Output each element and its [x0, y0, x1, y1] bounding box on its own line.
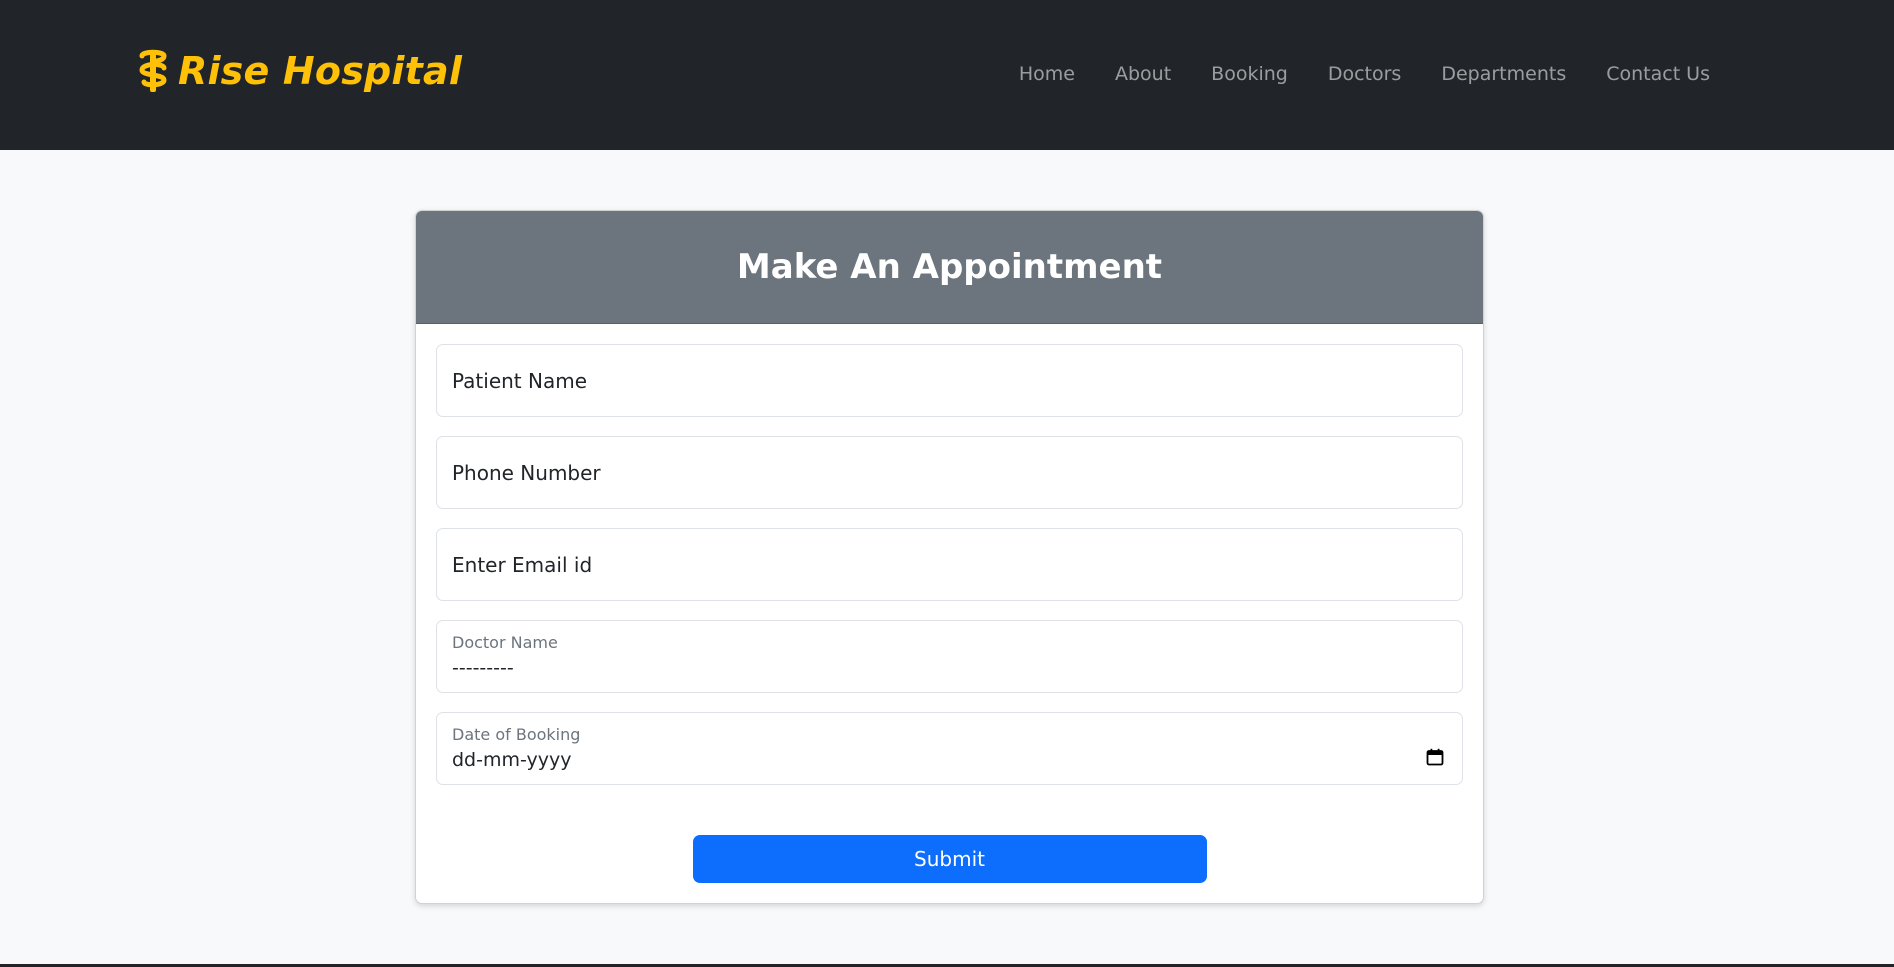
- nav-link-home[interactable]: Home: [999, 60, 1095, 88]
- appointment-card: Make An Appointment Doctor Name --------…: [415, 210, 1484, 904]
- phone-number-field: [436, 436, 1463, 509]
- form-title: Make An Appointment: [736, 247, 1163, 287]
- nav-link-booking[interactable]: Booking: [1191, 60, 1308, 88]
- date-of-booking-field[interactable]: Date of Booking dd-mm-yyyy: [436, 712, 1463, 785]
- navbar: Rise Hospital Home About Booking Doctors…: [0, 0, 1894, 150]
- date-of-booking-value: dd-mm-yyyy: [452, 749, 572, 771]
- patient-name-field: [436, 344, 1463, 417]
- calendar-icon[interactable]: [1426, 748, 1444, 766]
- submit-wrap: Submit: [436, 804, 1463, 883]
- nav-link-doctors[interactable]: Doctors: [1308, 60, 1422, 88]
- caduceus-icon: [139, 49, 167, 92]
- card-header: Make An Appointment: [416, 211, 1483, 324]
- email-input[interactable]: [437, 529, 1462, 600]
- nav-links: Home About Booking Doctors Departments C…: [999, 60, 1730, 88]
- date-of-booking-label: Date of Booking: [452, 725, 581, 744]
- email-field: [436, 528, 1463, 601]
- submit-button[interactable]: Submit: [692, 835, 1207, 883]
- appointment-form: Doctor Name --------- Date of Booking dd…: [416, 324, 1483, 903]
- phone-number-input[interactable]: [437, 437, 1462, 508]
- brand-link[interactable]: Rise Hospital: [136, 48, 462, 94]
- nav-link-departments[interactable]: Departments: [1421, 60, 1586, 88]
- doctor-name-selected: ---------: [452, 657, 514, 679]
- brand-name: Rise Hospital: [178, 49, 463, 93]
- nav-link-about[interactable]: About: [1095, 60, 1191, 88]
- patient-name-input[interactable]: [437, 345, 1462, 416]
- doctor-name-label: Doctor Name: [452, 633, 558, 652]
- nav-link-contact-us[interactable]: Contact Us: [1586, 60, 1730, 88]
- doctor-name-select[interactable]: Doctor Name ---------: [436, 620, 1463, 693]
